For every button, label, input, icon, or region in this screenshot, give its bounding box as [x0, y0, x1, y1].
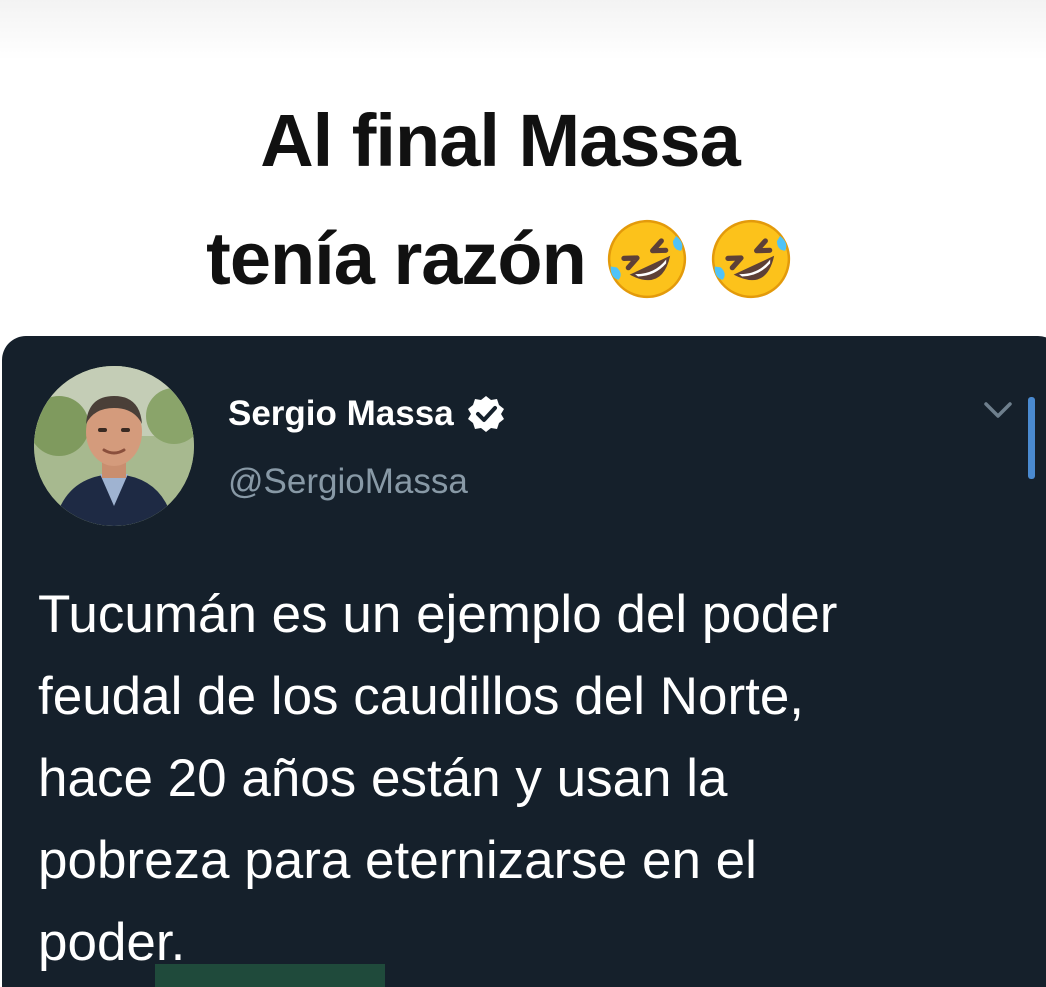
chevron-down-icon[interactable]: [980, 396, 1016, 424]
user-handle[interactable]: @SergioMassa: [228, 462, 468, 502]
caption-line-1: Al final Massa: [260, 99, 741, 182]
meme-caption: Al final Massa tenía razón: [0, 82, 1000, 318]
author-name-row: Sergio Massa: [228, 390, 506, 438]
display-name[interactable]: Sergio Massa: [228, 394, 454, 434]
tweet-text: Tucumán es un ejemplo del poder feudal d…: [38, 585, 838, 972]
rofl-emoji-icon: [708, 216, 794, 302]
story-screen: Al final Massa tenía razón Sergio Massa …: [0, 0, 1046, 987]
scrollbar[interactable]: [1028, 397, 1035, 479]
avatar[interactable]: [34, 366, 194, 526]
caption-line-2: tenía razón: [206, 217, 587, 300]
verified-badge-icon: [466, 394, 506, 434]
media-preview-edge: [155, 964, 385, 987]
rofl-emoji-icon: [604, 216, 690, 302]
caption-line-2-row: tenía razón: [206, 200, 794, 318]
